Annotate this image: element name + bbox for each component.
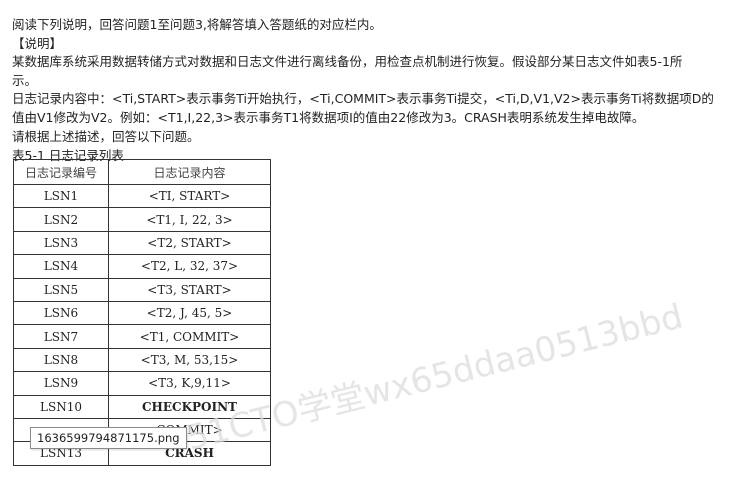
cell-content: <T2, START> (108, 230, 271, 256)
cell-lsn: LSN8 (13, 347, 109, 373)
description-line-1: 某数据库系统采用数据转储方式对数据和日志文件进行离线备份，用检查点机制进行恢复。… (12, 54, 683, 70)
cell-content: <TI, START> (108, 183, 271, 209)
cell-lsn: LSN1 (13, 183, 109, 209)
table-row: LSN3 <T2, START> (13, 230, 271, 256)
cell-lsn: LSN7 (13, 324, 109, 349)
cell-lsn: LSN5 (13, 277, 109, 302)
cell-content: <T2, L, 32, 37> (108, 254, 271, 279)
watermark-text: 51CTO学堂wx65ddaa0513bbd (183, 300, 687, 459)
cell-lsn: LSN4 (13, 254, 109, 279)
log-format-line-2: 值由V1修改为V2。例如：<T1,I,22,3>表示事务T1将数据项I的值由22… (12, 109, 645, 125)
cell-content: <T1, I, 22, 3> (108, 207, 271, 232)
table-row: LSN5 <T3, START> (13, 277, 271, 302)
cell-lsn: LSN9 (13, 371, 109, 396)
cell-lsn: LSN3 (13, 230, 109, 256)
watermark: 51CTO学堂wx65ddaa0513bbd (183, 300, 687, 459)
cell-lsn: LSN10 (13, 394, 109, 419)
instruction-text: 请根据上述描述，回答以下问题。 (12, 128, 200, 144)
question-text: 阅读下列说明，回答问题1至问题3,将解答填入答题纸的对应栏内。 【说明】 某数据… (12, 16, 742, 165)
intro-text: 阅读下列说明，回答问题1至问题3,将解答填入答题纸的对应栏内。 (12, 17, 382, 32)
cell-content: <T3, START> (108, 277, 271, 302)
table-row: LSN4 <T2, L, 32, 37> (13, 254, 271, 279)
cell-lsn: LSN2 (13, 207, 109, 232)
cell-lsn: LSN6 (13, 300, 109, 326)
table-row: LSN2 <T1, I, 22, 3> (13, 207, 271, 232)
table-row: LSN1 <TI, START> (13, 183, 271, 209)
section-label: 【说明】 (12, 35, 63, 51)
description-line-2: 示。 (12, 72, 38, 88)
file-name-tooltip: 1636599794871175.png (30, 427, 187, 449)
header-content: 日志记录内容 (108, 159, 271, 185)
log-format-line-1: 日志记录内容中：<Ti,START>表示事务Ti开始执行，<Ti,COMMIT>… (12, 91, 714, 107)
table-header-row: 日志记录编号 日志记录内容 (13, 159, 271, 185)
header-lsn: 日志记录编号 (13, 159, 109, 185)
